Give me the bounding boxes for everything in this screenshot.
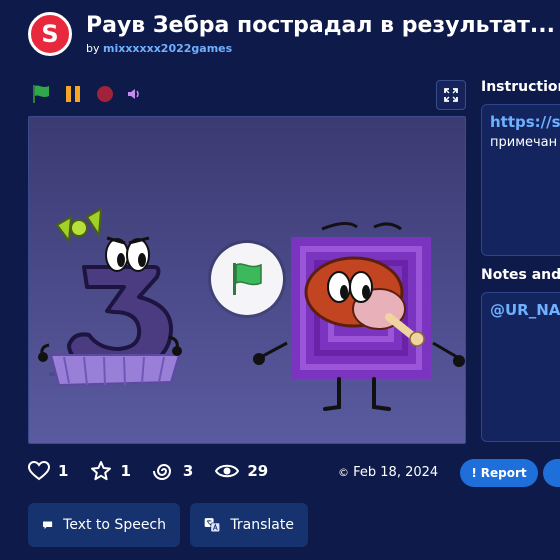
eye-icon	[215, 464, 240, 478]
green-flag-icon[interactable]	[30, 83, 52, 105]
report-exclamation-icon: !	[471, 466, 477, 480]
logo-letter: S	[41, 20, 59, 48]
by-label: by	[86, 42, 100, 55]
project-stats: 1 1 3 29	[28, 460, 290, 482]
share-date: © Feb 18, 2024	[338, 465, 438, 480]
instructions-panel: https://sc примечан	[481, 104, 560, 256]
text-to-speech-label: Text to Speech	[63, 517, 166, 533]
remixes-count: 3	[182, 462, 194, 480]
copyright-icon: ©	[338, 466, 349, 479]
author-link[interactable]: mixxxxxx2022games	[103, 42, 232, 55]
green-flag-icon	[233, 263, 262, 295]
date-text: Feb 18, 2024	[353, 465, 439, 480]
start-overlay-button[interactable]	[211, 243, 283, 315]
translate-button[interactable]: Translate	[190, 503, 308, 547]
remixes-stat[interactable]: 3	[152, 460, 194, 482]
byline: by mixxxxxx2022games	[86, 42, 232, 55]
expand-icon	[444, 88, 458, 102]
page-title: Раув Зебра пострадал в результат...	[86, 13, 555, 38]
sound-icon[interactable]	[126, 86, 142, 102]
instructions-link[interactable]: https://sc	[490, 113, 560, 131]
notes-text[interactable]: @UR_NA	[490, 301, 560, 319]
views-stat: 29	[215, 462, 268, 480]
likes-stat[interactable]: 1	[28, 461, 68, 481]
instructions-heading: Instructions	[481, 79, 560, 95]
notes-heading: Notes and	[481, 267, 560, 283]
translate-label: Translate	[230, 517, 294, 533]
text-to-speech-button[interactable]: Text to Speech	[28, 503, 180, 547]
remix-spiral-icon	[152, 464, 171, 480]
player-controls	[30, 83, 142, 105]
likes-count: 1	[58, 462, 69, 480]
number-three-character	[38, 207, 182, 387]
speech-bubble-icon	[43, 521, 53, 530]
notes-panel: @UR_NA	[481, 292, 560, 442]
pause-icon[interactable]	[62, 83, 84, 105]
app-logo[interactable]: S	[28, 12, 72, 56]
heart-icon	[28, 461, 50, 481]
views-count: 29	[247, 462, 269, 480]
star-icon	[91, 461, 112, 481]
fullscreen-button[interactable]	[436, 80, 466, 110]
report-button[interactable]: ! Report	[460, 459, 538, 487]
favorites-count: 1	[120, 462, 131, 480]
ham-card-character	[253, 222, 465, 411]
favorites-stat[interactable]: 1	[90, 460, 131, 482]
translate-icon	[204, 518, 221, 533]
stop-icon[interactable]	[94, 83, 116, 105]
instructions-text: примечан	[490, 135, 558, 150]
share-button[interactable]	[543, 459, 560, 487]
report-label: Report	[480, 466, 527, 480]
